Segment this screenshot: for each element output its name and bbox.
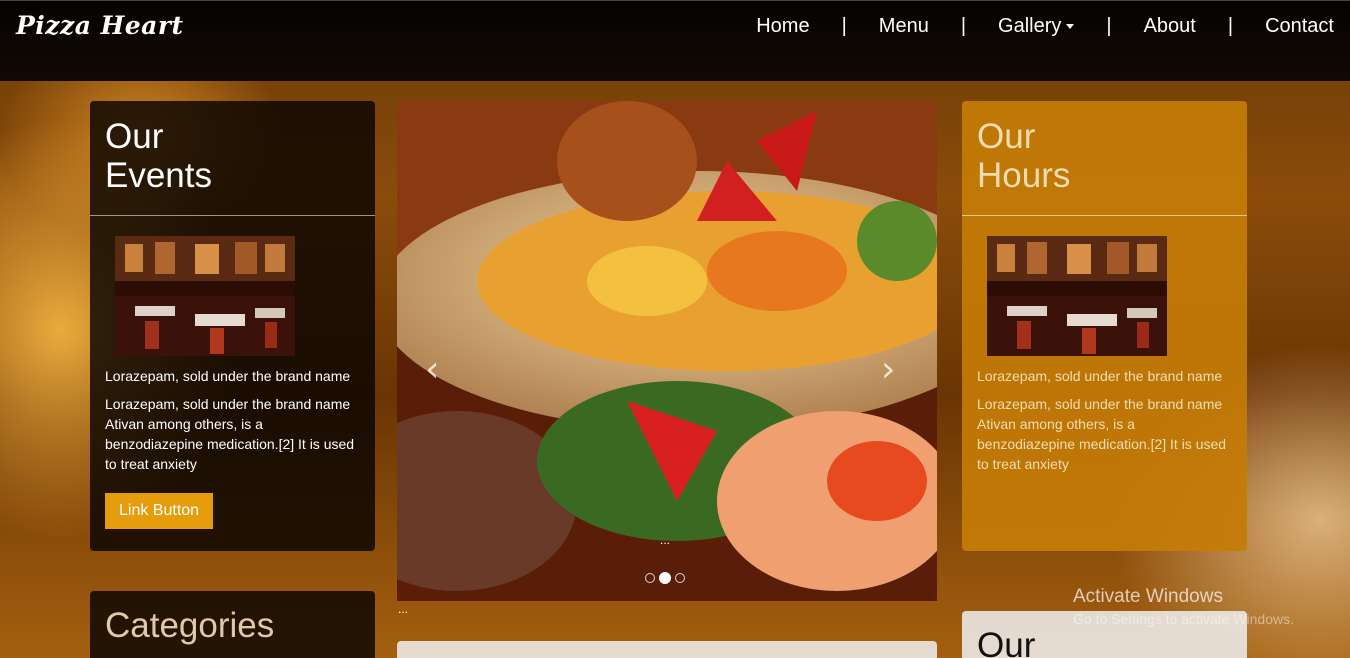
food-platter-image <box>397 101 937 601</box>
hours-panel: Our Hours Lorazepam, sold under the bran… <box>962 101 1247 551</box>
events-title-line1: Our <box>105 117 164 156</box>
events-title-line2: Events <box>105 156 212 195</box>
events-panel: Our Events Lorazepam, sold under the bra… <box>90 101 375 551</box>
center-lower-panel <box>397 641 937 658</box>
nav-gallery-dropdown[interactable]: Gallery <box>998 15 1075 38</box>
hours-body: Lorazepam, sold under the brand name Lor… <box>962 216 1247 474</box>
categories-panel: Categories <box>90 591 375 658</box>
categories-title: Categories <box>105 606 275 645</box>
carousel-below-text: ... <box>398 602 409 616</box>
link-button[interactable]: Link Button <box>105 493 214 529</box>
watermark-line1: Activate Windows <box>1073 586 1223 607</box>
carousel-indicator[interactable] <box>675 573 685 583</box>
nav-contact[interactable]: Contact <box>1265 15 1334 38</box>
nav-menu-link[interactable]: Menu <box>879 15 929 38</box>
hours-body-text: Lorazepam, sold under the brand name Ati… <box>977 396 1227 472</box>
hours-caption: Lorazepam, sold under the brand name <box>977 368 1223 384</box>
restaurant-image <box>987 236 1167 356</box>
carousel-indicators <box>645 572 685 584</box>
carousel-indicator-active[interactable] <box>659 572 671 584</box>
watermark-line2: Go to Settings to activate Windows. <box>1073 611 1294 627</box>
events-caption: Lorazepam, sold under the brand name <box>105 368 351 384</box>
hours-title-line2: Hours <box>977 156 1071 195</box>
carousel-caption: ... <box>660 533 671 547</box>
carousel-next-button[interactable]: › <box>881 349 895 390</box>
hours-title-line1: Our <box>977 117 1036 156</box>
carousel-prev-button[interactable]: ‹ <box>425 349 439 390</box>
nav-menu: Home | Menu | Gallery | About | Contact <box>756 15 1334 38</box>
events-title: Our Events <box>90 101 375 216</box>
nav-home[interactable]: Home <box>756 15 809 38</box>
events-body-text: Lorazepam, sold under the brand name Ati… <box>105 396 355 472</box>
restaurant-image <box>115 236 295 356</box>
activate-windows-watermark: Activate Windows Go to Settings to activ… <box>1073 586 1294 627</box>
caret-down-icon <box>1066 24 1075 30</box>
nav-separator: | <box>960 15 967 37</box>
hours-title: Our Hours <box>962 101 1247 216</box>
image-carousel: ‹ › ... <box>397 101 937 601</box>
events-body: Lorazepam, sold under the brand name Lor… <box>90 216 375 529</box>
nav-separator: | <box>1106 15 1112 37</box>
navbar: Pizza Heart Home | Menu | Gallery | Abou… <box>0 0 1350 81</box>
carousel-indicator[interactable] <box>645 573 655 583</box>
nav-separator: | <box>1227 15 1234 37</box>
nav-about[interactable]: About <box>1144 15 1196 38</box>
brand-logo[interactable]: Pizza Heart <box>16 11 184 40</box>
nav-separator: | <box>841 15 847 37</box>
nav-gallery-label: Gallery <box>998 15 1062 37</box>
